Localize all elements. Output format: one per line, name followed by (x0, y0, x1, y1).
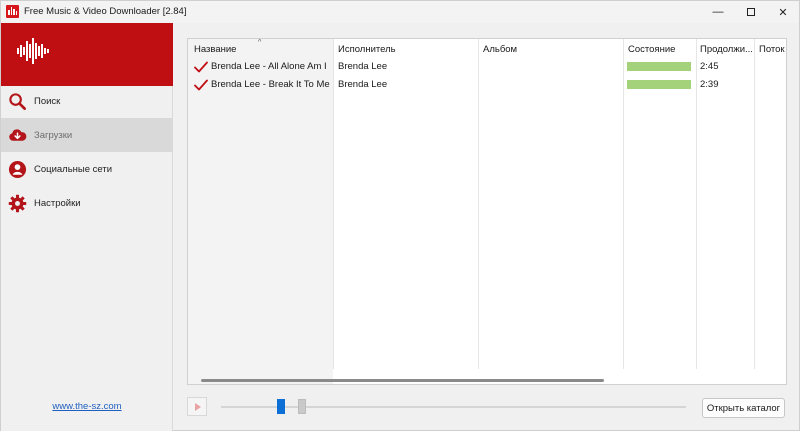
seek-track[interactable] (221, 406, 686, 408)
maximize-button[interactable] (734, 1, 768, 23)
secondary-slider-handle[interactable] (298, 399, 306, 414)
column-header-stream[interactable]: Поток (759, 44, 785, 55)
row-artist: Brenda Lee (338, 79, 388, 90)
sidebar-item-settings[interactable]: Настройки (1, 186, 173, 220)
column-header-album[interactable]: Альбом (483, 44, 517, 55)
sidebar-item-label: Настройки (34, 198, 81, 209)
sort-ascending-icon: ^ (258, 39, 262, 46)
column-header-artist[interactable]: Исполнитель (338, 44, 396, 55)
sidebar-item-search[interactable]: Поиск (1, 84, 173, 118)
minimize-icon: — (712, 6, 724, 18)
status-progress-bar (627, 62, 691, 71)
downloads-table[interactable]: ^ Название Исполнитель Альбом Состояние … (187, 38, 787, 385)
window-title: Free Music & Video Downloader [2.84] (24, 6, 187, 17)
checkmark-icon (194, 61, 208, 73)
close-button[interactable]: ✕ (766, 1, 800, 23)
maximize-icon (747, 8, 755, 16)
row-artist: Brenda Lee (338, 61, 388, 72)
close-icon: ✕ (778, 6, 788, 19)
column-header-name[interactable]: Название (194, 44, 236, 55)
row-duration: 2:45 (700, 61, 719, 72)
play-icon (195, 402, 201, 411)
row-title: Brenda Lee - All Alone Am I (211, 61, 327, 72)
app-logo-icon (6, 5, 19, 18)
user-icon (8, 160, 27, 179)
table-row[interactable]: Brenda Lee - Break It To Me G... Brenda … (188, 76, 786, 94)
horizontal-scrollbar[interactable] (201, 379, 604, 382)
column-header-status[interactable]: Состояние (628, 44, 675, 55)
sidebar-item-label: Социальные сети (34, 164, 113, 175)
app-window: Free Music & Video Downloader [2.84] — ✕ (0, 0, 800, 431)
sidebar: Поиск Загрузки Социальные сети Настройки… (1, 23, 173, 431)
sidebar-item-downloads[interactable]: Загрузки (1, 118, 173, 152)
row-title: Brenda Lee - Break It To Me G... (211, 79, 331, 90)
cloud-download-icon (9, 129, 27, 141)
search-icon (9, 93, 26, 110)
website-link[interactable]: www.the-sz.com (1, 401, 173, 412)
status-progress-bar (627, 80, 691, 89)
sidebar-item-label: Поиск (34, 96, 61, 107)
sidebar-item-social[interactable]: Социальные сети (1, 152, 173, 186)
equalizer-logo-icon (17, 38, 49, 64)
play-button[interactable] (187, 397, 207, 416)
seek-slider-handle[interactable] (277, 399, 285, 414)
open-folder-button[interactable]: Открыть каталог (702, 398, 785, 418)
brand-header (1, 23, 173, 86)
column-header-duration[interactable]: Продолжи... (700, 44, 752, 55)
gear-icon (8, 194, 27, 213)
table-row[interactable]: Brenda Lee - All Alone Am I Brenda Lee 2… (188, 58, 786, 76)
title-bar: Free Music & Video Downloader [2.84] — ✕ (1, 1, 799, 23)
row-duration: 2:39 (700, 79, 719, 90)
sidebar-item-label: Загрузки (34, 130, 73, 141)
checkmark-icon (194, 79, 208, 91)
minimize-button[interactable]: — (701, 1, 735, 23)
